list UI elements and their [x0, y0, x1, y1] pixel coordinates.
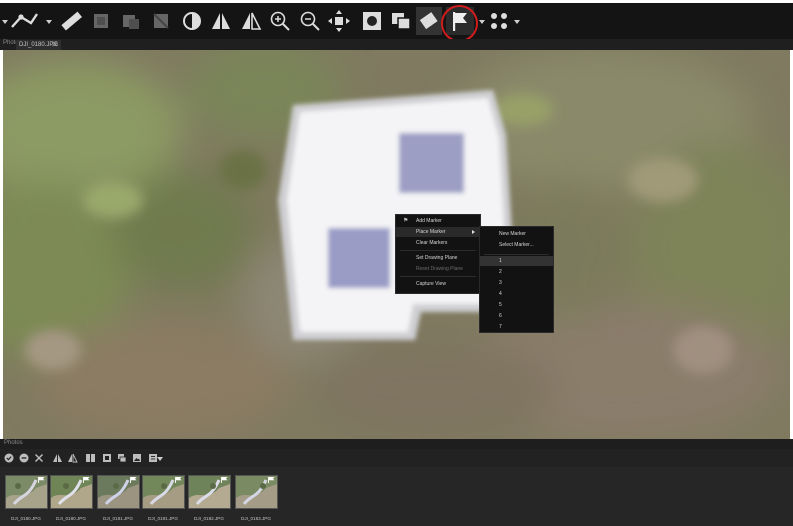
- menu-item-label: Reset Drawing Plane: [416, 266, 463, 272]
- context-menu: ⚑ Add Marker Place Marker Clear Markers …: [395, 214, 481, 294]
- flag-icon: [221, 477, 228, 483]
- move-icon[interactable]: [326, 7, 352, 35]
- photo-thumbnail[interactable]: [235, 475, 278, 509]
- marker-label: 5: [499, 302, 502, 308]
- flag-icon: [83, 477, 90, 483]
- mask-icon[interactable]: [360, 7, 384, 35]
- marker-item[interactable]: 7: [480, 322, 553, 332]
- dropdown-caret-icon[interactable]: [479, 20, 485, 24]
- place-marker-submenu: New Marker Select Marker... 1 2 3 4 5 6 …: [479, 226, 554, 333]
- flag-icon: [175, 477, 182, 483]
- dropdown-caret-icon[interactable]: [46, 20, 52, 24]
- menu-separator: [484, 254, 549, 255]
- reflect-alt-icon[interactable]: [238, 7, 264, 35]
- menu-item-new-marker[interactable]: New Marker: [480, 229, 553, 239]
- photo-filename: DJI_0181.JPG: [148, 516, 178, 521]
- marker-label: 7: [499, 324, 502, 330]
- marker-label: 4: [499, 291, 502, 297]
- photo-filename: DJI_0182.JPG: [194, 516, 224, 521]
- photo-thumbnail[interactable]: [97, 475, 140, 509]
- menu-item-label: Set Drawing Plane: [416, 255, 458, 261]
- marker-item[interactable]: 6: [480, 311, 553, 321]
- menu-item-place-marker[interactable]: Place Marker: [396, 227, 480, 237]
- marker-item[interactable]: 4: [480, 289, 553, 299]
- marker-item[interactable]: 1: [480, 256, 553, 266]
- stack-icon[interactable]: [116, 452, 127, 463]
- marker-label: 6: [499, 313, 502, 319]
- polyline-icon[interactable]: [8, 7, 40, 35]
- marker-item[interactable]: 2: [480, 267, 553, 277]
- menu-item-add-marker[interactable]: ⚑ Add Marker: [396, 216, 480, 226]
- reflect-icon[interactable]: [208, 7, 234, 35]
- menu-item-label: Add Marker: [416, 218, 442, 224]
- menu-item-label: Clear Markers: [416, 240, 448, 246]
- cube-split-icon[interactable]: [150, 7, 172, 35]
- menu-item-clear-markers[interactable]: Clear Markers: [396, 238, 480, 248]
- grid-icon[interactable]: [101, 452, 112, 463]
- flag-icon: [268, 477, 275, 483]
- stack-icon[interactable]: [389, 7, 413, 35]
- photos-panel-title: Photos: [4, 440, 23, 446]
- dropdown-caret-icon[interactable]: [157, 457, 163, 461]
- menu-item-label: Select Marker...: [499, 242, 534, 248]
- main-toolbar: [0, 3, 793, 42]
- photo-filename: DJI_0180.JPG: [11, 516, 41, 521]
- photo-viewport[interactable]: ⚑ Add Marker Place Marker Clear Markers …: [3, 50, 790, 439]
- sort-icon[interactable]: [85, 452, 96, 463]
- cube-icon[interactable]: [90, 7, 112, 35]
- image-icon[interactable]: [131, 452, 142, 463]
- menu-separator: [400, 276, 476, 277]
- menu-item-capture-view[interactable]: Capture View: [396, 279, 480, 289]
- dropdown-caret-icon[interactable]: [514, 20, 520, 24]
- photo-thumbnail[interactable]: [50, 475, 93, 509]
- dots-icon[interactable]: [486, 7, 512, 35]
- menu-item-label: Place Marker: [416, 229, 446, 235]
- tab-bar: Photo DJI_0180.JPG ✕: [0, 39, 793, 50]
- zoom-in-icon[interactable]: [268, 7, 292, 35]
- menu-item-select-marker[interactable]: Select Marker...: [480, 240, 553, 250]
- minus-circle-icon[interactable]: [18, 452, 29, 463]
- photo-thumbnail[interactable]: [188, 475, 231, 509]
- photo-thumbnail[interactable]: [142, 475, 185, 509]
- reflect-alt-icon[interactable]: [67, 452, 78, 463]
- cube-alt-icon[interactable]: [120, 7, 142, 35]
- eraser-icon[interactable]: [416, 7, 442, 35]
- flag-icon: [130, 477, 137, 483]
- remove-icon[interactable]: [33, 452, 44, 463]
- marker-label: 2: [499, 269, 502, 275]
- flag-icon: [38, 477, 45, 483]
- menu-item-label: New Marker: [499, 231, 526, 237]
- marker-label: 1: [499, 258, 502, 264]
- menu-separator: [400, 250, 476, 251]
- photo-filename: DJI_0181.JPG: [103, 516, 133, 521]
- contrast-icon[interactable]: [180, 7, 204, 35]
- marker-pin-icon: ⚑: [403, 218, 409, 224]
- menu-item-reset-drawing-plane: Reset Drawing Plane: [396, 264, 480, 274]
- marker-item[interactable]: 3: [480, 278, 553, 288]
- photos-toolbar: [0, 449, 793, 467]
- photo-filename: DJI_0183.JPG: [241, 516, 271, 521]
- zoom-out-icon[interactable]: [298, 7, 322, 35]
- photo-strip: DJI_0180.JPG DJI_0180.JPG DJI_0181.JPG DJI_…: [0, 467, 793, 526]
- marker-label: 3: [499, 280, 502, 286]
- photo-thumbnail[interactable]: [5, 475, 48, 509]
- highlight-circle: [441, 5, 478, 42]
- marker-item[interactable]: 5: [480, 300, 553, 310]
- photo-filename: DJI_0180.JPG: [56, 516, 86, 521]
- close-icon[interactable]: ✕: [51, 40, 59, 49]
- menu-item-label: Capture View: [416, 281, 446, 287]
- menu-item-set-drawing-plane[interactable]: Set Drawing Plane: [396, 253, 480, 263]
- check-circle-icon[interactable]: [3, 452, 14, 463]
- submenu-arrow-icon: [472, 230, 475, 234]
- ruler-icon[interactable]: [57, 7, 85, 35]
- reflect-icon[interactable]: [52, 452, 63, 463]
